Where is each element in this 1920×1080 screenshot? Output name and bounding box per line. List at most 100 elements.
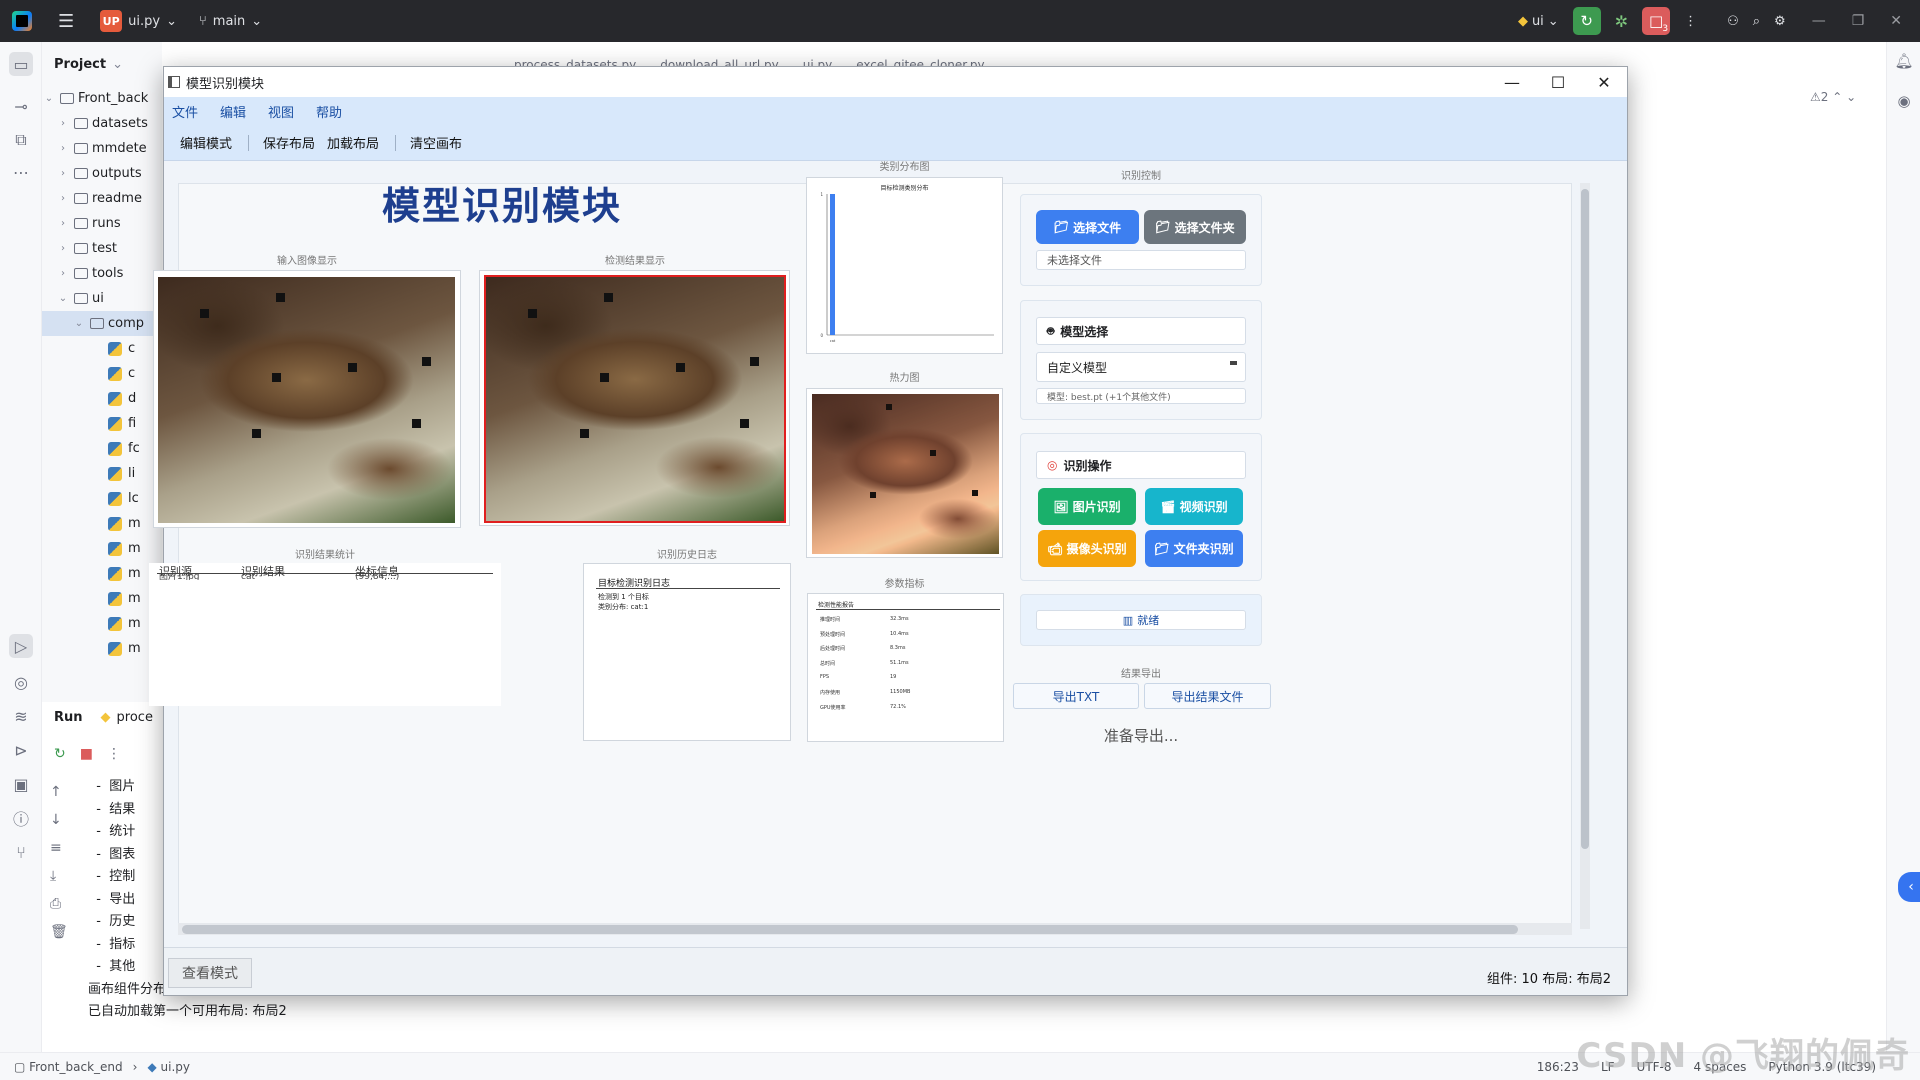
rerun-icon[interactable]: ↻ [1572,7,1601,35]
branch-switcher[interactable]: ⑂ main ⌄ [199,14,262,29]
close-icon[interactable]: ✕ [1581,67,1627,97]
export-results-button[interactable]: 导出结果文件 [1144,683,1271,709]
select-folder-button[interactable]: 📁︎ 选择文件夹 [1144,210,1246,244]
tree-row[interactable]: m [42,561,162,586]
tree-row[interactable]: li [42,461,162,486]
menu-edit[interactable]: 编辑 [220,102,246,121]
collapse-icon[interactable]: ‹ [1898,872,1920,902]
breadcrumb-item[interactable]: ▢ Front_back_end [14,1060,123,1074]
layers-icon[interactable]: ≋ [9,704,33,728]
notifications-icon[interactable]: 🔔︎ [1894,52,1914,72]
problems-icon[interactable]: ⓘ [9,806,33,830]
minimize-icon[interactable]: — [1489,67,1535,97]
tree-row[interactable]: ⌄ ui [42,286,162,311]
commit-icon[interactable]: ⊸ [9,94,33,118]
video-detect-button[interactable]: 🎬︎ 视频识别 [1145,488,1243,525]
tree-row[interactable]: m [42,636,162,661]
git-icon[interactable]: ⑂ [9,840,33,864]
gear-icon[interactable]: ⚙ [1774,14,1786,29]
tree-row[interactable]: › test [42,236,162,261]
down-arrow-icon[interactable]: ↓ [50,812,70,840]
horizontal-scrollbar[interactable] [178,923,1572,935]
terminal-icon[interactable]: ▣ [9,772,33,796]
more-vertical-icon[interactable]: ⋮ [107,746,121,762]
vertical-scrollbar[interactable] [1580,183,1590,929]
add-user-icon[interactable]: ⚇ [1727,14,1739,29]
pycharm-logo-icon [12,11,32,31]
chart-icon: ▥ [1122,613,1134,627]
tree-row[interactable]: › readme [42,186,162,211]
stop-icon[interactable]: ■ [80,746,93,762]
menu-file[interactable]: 文件 [172,102,198,121]
ai-assistant-icon[interactable]: ◉ [1894,92,1914,112]
cursor-position[interactable]: 186:23 [1537,1060,1579,1074]
model-select-card: 🤖︎ 模型选择 自定义模型 模型: best.pt (+1个其他文件) [1020,300,1262,420]
export-txt-button[interactable]: 导出TXT [1013,683,1139,709]
trash-icon[interactable]: 🗑︎ [50,924,70,952]
view-mode-button[interactable]: 查看模式 [168,958,252,988]
run-tab[interactable]: ◆ proce [101,710,153,725]
project-header[interactable]: Project ⌄ [42,42,162,86]
tree-row[interactable]: fc [42,436,162,461]
image-detect-button[interactable]: 🖼︎ 图片识别 [1038,488,1136,525]
minimize-icon[interactable]: — [1812,13,1826,29]
more-vertical-icon[interactable]: ⋮ [1684,14,1697,29]
tree-row[interactable]: c [42,361,162,386]
menu-view[interactable]: 视图 [268,102,294,121]
scroll-to-end-icon[interactable]: ⤓ [50,868,70,896]
run-icon[interactable]: ▷ [9,634,33,658]
main-menu-icon[interactable]: ☰ [58,11,74,32]
tree-row[interactable]: › mmdete [42,136,162,161]
tree-row[interactable]: d [42,386,162,411]
python-file-icon [108,466,122,481]
more-horizontal-icon[interactable]: ⋯ [9,160,33,184]
tree-row[interactable]: m [42,511,162,536]
stop-icon[interactable]: □ 3 [1642,7,1671,35]
tree-row[interactable]: › tools [42,261,162,286]
image-icon: 🖼︎ [1053,499,1069,514]
restore-icon[interactable]: ❐ [1852,13,1865,29]
close-icon[interactable]: ✕ [1890,13,1902,29]
heatmap-caption: 热力图 [889,373,920,384]
tree-row[interactable]: › outputs [42,161,162,186]
services-icon[interactable]: ⊳ [9,738,33,762]
project-switcher[interactable]: UP ui.py ⌄ [100,10,177,32]
menu-help[interactable]: 帮助 [316,102,342,121]
debug-icon[interactable]: ✲ [1615,12,1628,31]
tree-row[interactable]: m [42,611,162,636]
project-panel: Project ⌄ ⌄ Front_back › datasets › mmdete … [42,42,162,702]
tree-row[interactable]: lc [42,486,162,511]
up-arrow-icon[interactable]: ↑ [50,784,70,812]
edit-mode-button[interactable]: 编辑模式 [180,133,244,152]
search-icon[interactable]: ⌕ [1753,14,1760,29]
folder-icon[interactable]: ▭ [9,52,33,76]
tree-row[interactable]: m [42,536,162,561]
separator [248,134,250,151]
load-layout-button[interactable]: 加载布局 [327,133,391,152]
rerun-icon[interactable]: ↻ [54,746,66,762]
soft-wrap-icon[interactable]: ≡ [50,840,70,868]
venv-switcher[interactable]: ◆ ui ⌄ [1518,14,1559,29]
tree-row[interactable]: c [42,336,162,361]
tree-row[interactable]: m [42,586,162,611]
problems-indicator[interactable]: ⚠2 ⌃ ⌄ [1810,90,1856,104]
result-image-panel [479,270,790,526]
tree-row[interactable]: fi [42,411,162,436]
print-icon[interactable]: ⎙ [50,896,70,924]
tree-row[interactable]: ⌄ comp [42,311,162,336]
model-dropdown[interactable]: 自定义模型 [1036,352,1246,382]
maximize-icon[interactable]: ☐ [1535,67,1581,97]
python-console-icon[interactable]: ◎ [9,670,33,694]
breadcrumb-item[interactable]: ◆ ui.py [147,1060,190,1074]
save-layout-button[interactable]: 保存布局 [263,133,327,152]
tree-row[interactable]: › runs [42,211,162,236]
structure-icon[interactable]: ⧉ [9,128,33,152]
chevron-down-icon: ⌄ [1547,13,1559,29]
clear-canvas-button[interactable]: 清空画布 [410,133,474,152]
tree-row[interactable]: › datasets [42,111,162,136]
select-file-button[interactable]: 📁︎ 选择文件 [1036,210,1139,244]
camera-detect-button[interactable]: 📹︎ 摄像头识别 [1038,530,1136,567]
tree-row[interactable]: ⌄ Front_back [42,86,162,111]
folder-detect-button[interactable]: 📁︎ 文件夹识别 [1145,530,1243,567]
x-tick-label: cat [830,339,836,343]
